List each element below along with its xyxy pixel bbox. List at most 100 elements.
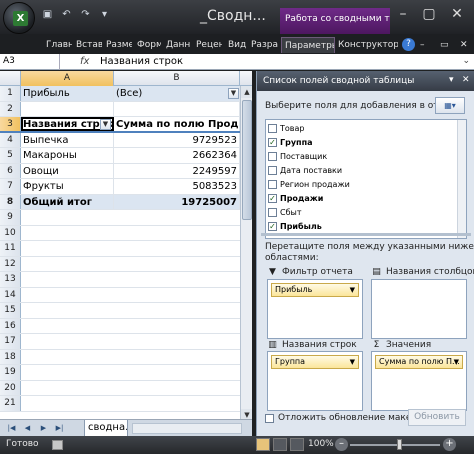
row-labels-dropdown-icon[interactable]: ▼ bbox=[100, 119, 111, 130]
values-field-chip[interactable]: Сумма по полю П... ▼ bbox=[375, 355, 463, 369]
save-icon[interactable]: ▣ bbox=[40, 7, 55, 22]
help-icon[interactable]: ? bbox=[402, 38, 415, 51]
row-number[interactable]: 20 bbox=[0, 380, 21, 395]
field-item-sales-region[interactable]: Регион продажи bbox=[268, 178, 350, 191]
row-number[interactable]: 11 bbox=[0, 241, 21, 256]
chevron-down-icon[interactable]: ▼ bbox=[350, 356, 355, 368]
row-number[interactable]: 1 bbox=[0, 86, 21, 101]
checkbox-icon[interactable] bbox=[268, 124, 277, 133]
zoom-slider-track[interactable] bbox=[350, 444, 440, 446]
checkbox-icon[interactable] bbox=[268, 166, 277, 175]
field-item-supplier[interactable]: Поставщик bbox=[268, 150, 327, 163]
values-dropzone[interactable]: Сумма по полю П... ▼ bbox=[371, 351, 467, 411]
field-item-distribution[interactable]: Сбыт bbox=[268, 206, 302, 219]
field-item-group[interactable]: ✓ Группа bbox=[268, 136, 313, 149]
chevron-down-icon[interactable]: ▼ bbox=[454, 356, 459, 368]
minimize-ribbon-icon[interactable]: – bbox=[420, 37, 432, 53]
customize-icon[interactable]: ▾ bbox=[97, 7, 112, 22]
table-cell[interactable]: 2249597 bbox=[114, 163, 240, 178]
field-list-scrollbar[interactable] bbox=[457, 120, 466, 238]
row-number[interactable]: 6 bbox=[0, 163, 21, 178]
table-cell[interactable]: 5083523 bbox=[114, 179, 240, 194]
restore-window-icon[interactable]: ▭ bbox=[440, 37, 452, 53]
table-cell[interactable] bbox=[114, 101, 240, 116]
field-item-product[interactable]: Товар bbox=[268, 122, 304, 135]
tab-options[interactable]: Параметры bbox=[281, 37, 335, 53]
filter-field-cell[interactable]: Прибыль bbox=[21, 86, 114, 101]
filter-value-cell[interactable]: (Все) bbox=[114, 86, 240, 101]
chevron-down-icon[interactable]: ⌄ bbox=[462, 54, 470, 69]
page-layout-view-icon[interactable] bbox=[273, 438, 287, 451]
row-number[interactable]: 7 bbox=[0, 179, 21, 194]
table-cell[interactable]: Выпечка bbox=[21, 132, 114, 147]
field-item-delivery-date[interactable]: Дата поставки bbox=[268, 164, 342, 177]
checkbox-icon[interactable] bbox=[268, 180, 277, 189]
row-number[interactable]: 8 bbox=[0, 194, 21, 209]
pane-divider[interactable] bbox=[261, 233, 471, 236]
vertical-scrollbar[interactable]: ▲ ▼ bbox=[240, 86, 252, 421]
row-number[interactable]: 4 bbox=[0, 132, 21, 147]
checkbox-checked-icon[interactable]: ✓ bbox=[268, 222, 277, 231]
sum-header-cell[interactable]: Сумма по полю Продажи bbox=[114, 117, 240, 131]
redo-icon[interactable]: ↷ bbox=[78, 7, 93, 22]
close-workbook-icon[interactable]: ✕ bbox=[460, 37, 472, 53]
tab-data[interactable]: Данн bbox=[166, 37, 192, 53]
zoom-out-icon[interactable]: – bbox=[335, 438, 348, 451]
report-filter-dropzone[interactable]: Прибыль ▼ bbox=[267, 279, 363, 339]
row-number[interactable]: 9 bbox=[0, 210, 21, 225]
next-sheet-icon[interactable]: ▶ bbox=[38, 423, 49, 434]
formula-input[interactable]: Названия строк bbox=[100, 54, 183, 69]
row-number[interactable]: 17 bbox=[0, 334, 21, 349]
row-number[interactable]: 21 bbox=[0, 396, 21, 411]
close-icon[interactable]: ✕ bbox=[446, 6, 468, 24]
table-cell[interactable] bbox=[21, 101, 114, 116]
zoom-slider-thumb[interactable] bbox=[397, 439, 402, 450]
normal-view-icon[interactable] bbox=[256, 438, 270, 451]
name-box[interactable]: A3 bbox=[0, 54, 60, 70]
row-number[interactable]: 19 bbox=[0, 365, 21, 380]
select-all-corner[interactable] bbox=[0, 71, 21, 86]
field-item-profit[interactable]: ✓ Прибыль bbox=[268, 220, 322, 233]
chevron-down-icon[interactable]: ▼ bbox=[350, 284, 355, 296]
macro-record-icon[interactable] bbox=[52, 440, 63, 450]
column-header-b[interactable]: B bbox=[114, 71, 240, 86]
office-button[interactable]: X bbox=[3, 2, 35, 34]
tab-insert[interactable]: Встав bbox=[76, 37, 102, 53]
checkbox-icon[interactable] bbox=[268, 208, 277, 217]
grand-total-value-cell[interactable]: 19725007 bbox=[114, 194, 240, 209]
table-cell[interactable]: Фрукты bbox=[21, 179, 114, 194]
last-sheet-icon[interactable]: ▶| bbox=[54, 423, 65, 434]
undo-icon[interactable]: ↶ bbox=[59, 7, 74, 22]
row-labels-dropzone[interactable]: Группа ▼ bbox=[267, 351, 363, 411]
field-item-sales[interactable]: ✓ Продажи bbox=[268, 192, 323, 205]
update-button[interactable]: Обновить bbox=[408, 409, 466, 426]
table-cell[interactable]: 9729523 bbox=[114, 132, 240, 147]
maximize-icon[interactable]: ▢ bbox=[418, 6, 440, 24]
row-number[interactable]: 5 bbox=[0, 148, 21, 163]
pane-close-icon[interactable]: ✕ bbox=[462, 75, 470, 85]
tab-home[interactable]: Главн bbox=[46, 37, 72, 53]
row-number[interactable]: 14 bbox=[0, 287, 21, 302]
sheet-tab-pivot[interactable]: сводна... bbox=[84, 420, 128, 437]
scroll-thumb[interactable] bbox=[242, 100, 252, 220]
tab-design[interactable]: Конструктор bbox=[338, 37, 398, 53]
zoom-level[interactable]: 100% bbox=[308, 439, 334, 449]
pane-menu-icon[interactable]: ▾ bbox=[449, 75, 454, 85]
prev-sheet-icon[interactable]: ◀ bbox=[22, 423, 33, 434]
layout-options-button[interactable]: ▦▾ bbox=[435, 97, 465, 114]
minimize-icon[interactable]: – bbox=[392, 6, 414, 24]
row-number[interactable]: 10 bbox=[0, 225, 21, 240]
checkbox-icon[interactable] bbox=[268, 152, 277, 161]
row-number[interactable]: 12 bbox=[0, 256, 21, 271]
table-cell[interactable]: Макароны bbox=[21, 148, 114, 163]
rows-field-chip[interactable]: Группа ▼ bbox=[271, 355, 359, 369]
first-sheet-icon[interactable]: |◀ bbox=[6, 423, 17, 434]
tab-review[interactable]: Рецен bbox=[196, 37, 222, 53]
fx-icon[interactable]: fx bbox=[80, 54, 94, 69]
tab-page-layout[interactable]: Разме bbox=[106, 37, 132, 53]
row-number[interactable]: 18 bbox=[0, 349, 21, 364]
tab-developer[interactable]: Разра bbox=[251, 37, 279, 53]
defer-update-checkbox[interactable] bbox=[265, 413, 274, 423]
horizontal-scrollbar[interactable] bbox=[132, 423, 242, 434]
table-cell[interactable]: Овощи bbox=[21, 163, 114, 178]
